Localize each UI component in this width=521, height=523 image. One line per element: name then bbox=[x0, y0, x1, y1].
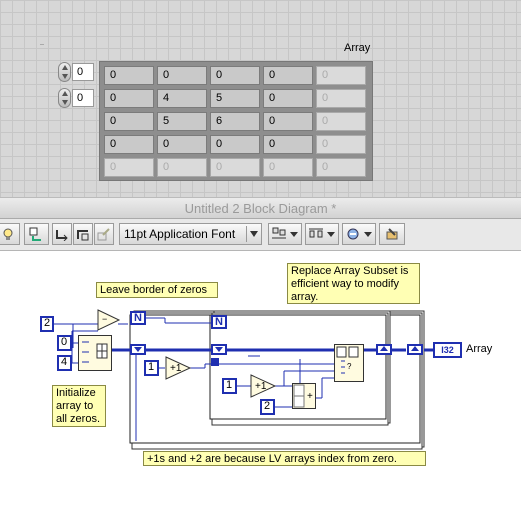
increment-inner-symbol: +1 bbox=[255, 381, 267, 392]
font-selector[interactable]: 11pt Application Font bbox=[119, 223, 262, 245]
constant-one[interactable]: 1 bbox=[144, 360, 159, 376]
subtract-symbol: − bbox=[102, 314, 107, 324]
replace-array-subset-function[interactable]: ? bbox=[334, 344, 364, 382]
initialize-array-icon bbox=[82, 341, 108, 363]
step-over-button[interactable] bbox=[73, 223, 93, 245]
initialize-array-function[interactable] bbox=[78, 335, 112, 371]
chevron-down-icon bbox=[250, 231, 258, 237]
shift-register-right-inner[interactable] bbox=[376, 344, 392, 355]
array-cell[interactable]: 0 bbox=[263, 158, 313, 177]
array-cell[interactable]: 0 bbox=[316, 89, 366, 108]
array-indicator: 0 0 0 0 0 0 4 5 0 0 0 5 6 0 0 0 0 0 0 0 … bbox=[99, 61, 373, 181]
increment-inner-function[interactable]: +1 bbox=[250, 374, 278, 398]
step-out-icon bbox=[97, 228, 110, 241]
array-cell[interactable]: 0 bbox=[316, 158, 366, 177]
block-diagram-canvas[interactable]: Leave border of zeros Replace Array Subs… bbox=[0, 251, 521, 523]
constant-one-inner[interactable]: 1 bbox=[222, 378, 237, 394]
add-symbol: + bbox=[307, 391, 313, 402]
array-indicator-label: Array bbox=[466, 343, 493, 355]
constant-two[interactable]: 2 bbox=[260, 399, 275, 415]
loop-count-outer[interactable]: N bbox=[130, 311, 146, 325]
array-cell[interactable]: 0 bbox=[157, 66, 207, 85]
highlight-execution-icon bbox=[3, 228, 13, 240]
constant-zero[interactable]: 0 bbox=[57, 335, 72, 351]
array-cell[interactable]: 0 bbox=[157, 135, 207, 154]
subtract-function[interactable]: − bbox=[97, 309, 121, 331]
comment-initialize[interactable]: Initialize array to all zeros. bbox=[52, 385, 106, 427]
distribute-objects-button[interactable] bbox=[305, 223, 339, 245]
chevron-down-icon bbox=[290, 232, 298, 237]
array-cell[interactable]: 0 bbox=[104, 66, 154, 85]
comment-replace-subset[interactable]: Replace Array Subset is efficient way to… bbox=[287, 263, 420, 304]
block-diagram-toolbar: 11pt Application Font bbox=[0, 219, 521, 251]
array-indicator-terminal[interactable]: I32 bbox=[433, 342, 462, 358]
increment-outer-symbol: +1 bbox=[170, 363, 182, 374]
array-cell[interactable]: 0 bbox=[263, 89, 313, 108]
array-cell[interactable]: 6 bbox=[210, 112, 260, 131]
front-panel-marker bbox=[40, 44, 44, 45]
array-cell[interactable]: 0 bbox=[210, 66, 260, 85]
array-cell[interactable]: 0 bbox=[316, 135, 366, 154]
comment-index[interactable]: +1s and +2 are because LV arrays index f… bbox=[143, 451, 426, 466]
replace-array-subset-icon: ? bbox=[336, 346, 359, 374]
chevron-down-icon bbox=[327, 232, 335, 237]
array-cell[interactable]: 0 bbox=[263, 135, 313, 154]
array-cell[interactable]: 0 bbox=[210, 158, 260, 177]
add-function[interactable]: + bbox=[292, 383, 316, 409]
array-cell[interactable]: 0 bbox=[316, 112, 366, 131]
step-over-icon bbox=[77, 230, 89, 241]
row-index-control[interactable]: 0 bbox=[58, 62, 96, 82]
shift-register-left-inner[interactable] bbox=[211, 344, 227, 355]
array-cell[interactable]: 0 bbox=[104, 135, 154, 154]
step-out-button[interactable] bbox=[94, 223, 114, 245]
column-index-spinner-icon[interactable] bbox=[58, 88, 71, 108]
retain-wire-values-button[interactable] bbox=[24, 223, 49, 245]
block-diagram-window-title: Untitled 2 Block Diagram * bbox=[0, 197, 521, 219]
step-into-icon bbox=[56, 230, 68, 241]
row-index-value[interactable]: 0 bbox=[72, 63, 94, 81]
font-selector-divider bbox=[246, 226, 247, 242]
align-objects-button[interactable] bbox=[268, 223, 302, 245]
column-index-value[interactable]: 0 bbox=[72, 89, 94, 107]
array-cell[interactable]: 0 bbox=[263, 66, 313, 85]
shift-register-right-outer[interactable] bbox=[407, 344, 423, 355]
front-panel: Array 0 0 0 0 0 0 0 0 4 5 0 0 0 5 6 0 0 … bbox=[0, 0, 521, 197]
cleanup-diagram-button[interactable] bbox=[379, 223, 405, 245]
array-cell[interactable]: 5 bbox=[157, 112, 207, 131]
array-cell[interactable]: 0 bbox=[316, 66, 366, 85]
step-into-button[interactable] bbox=[52, 223, 72, 245]
column-index-control[interactable]: 0 bbox=[58, 88, 96, 108]
array-cell[interactable]: 0 bbox=[210, 135, 260, 154]
align-objects-icon bbox=[272, 227, 286, 239]
highlight-execution-button[interactable] bbox=[0, 223, 20, 245]
constant-four[interactable]: 4 bbox=[57, 355, 72, 371]
reorder-button[interactable] bbox=[342, 223, 376, 245]
array-label: Array bbox=[344, 42, 371, 54]
font-selector-label: 11pt Application Font bbox=[124, 227, 236, 241]
array-cell[interactable]: 5 bbox=[210, 89, 260, 108]
array-cell[interactable]: 0 bbox=[104, 89, 154, 108]
array-cell[interactable]: 0 bbox=[104, 112, 154, 131]
constant-n-2[interactable]: 2 bbox=[40, 316, 54, 332]
array-cell[interactable]: 0 bbox=[263, 112, 313, 131]
shift-register-left-outer[interactable] bbox=[130, 344, 146, 355]
retain-wire-values-icon bbox=[29, 227, 41, 241]
chevron-down-icon bbox=[364, 232, 372, 237]
loop-count-inner[interactable]: N bbox=[211, 315, 227, 329]
increment-outer-function[interactable]: +1 bbox=[165, 356, 193, 380]
array-cell[interactable]: 0 bbox=[104, 158, 154, 177]
array-cell[interactable]: 4 bbox=[157, 89, 207, 108]
svg-text:?: ? bbox=[347, 362, 352, 371]
distribute-objects-icon bbox=[309, 228, 323, 238]
cleanup-diagram-icon bbox=[386, 228, 398, 240]
reorder-icon bbox=[347, 228, 359, 240]
array-cell[interactable]: 0 bbox=[157, 158, 207, 177]
row-index-spinner-icon[interactable] bbox=[58, 62, 71, 82]
comment-border[interactable]: Leave border of zeros bbox=[96, 282, 218, 298]
